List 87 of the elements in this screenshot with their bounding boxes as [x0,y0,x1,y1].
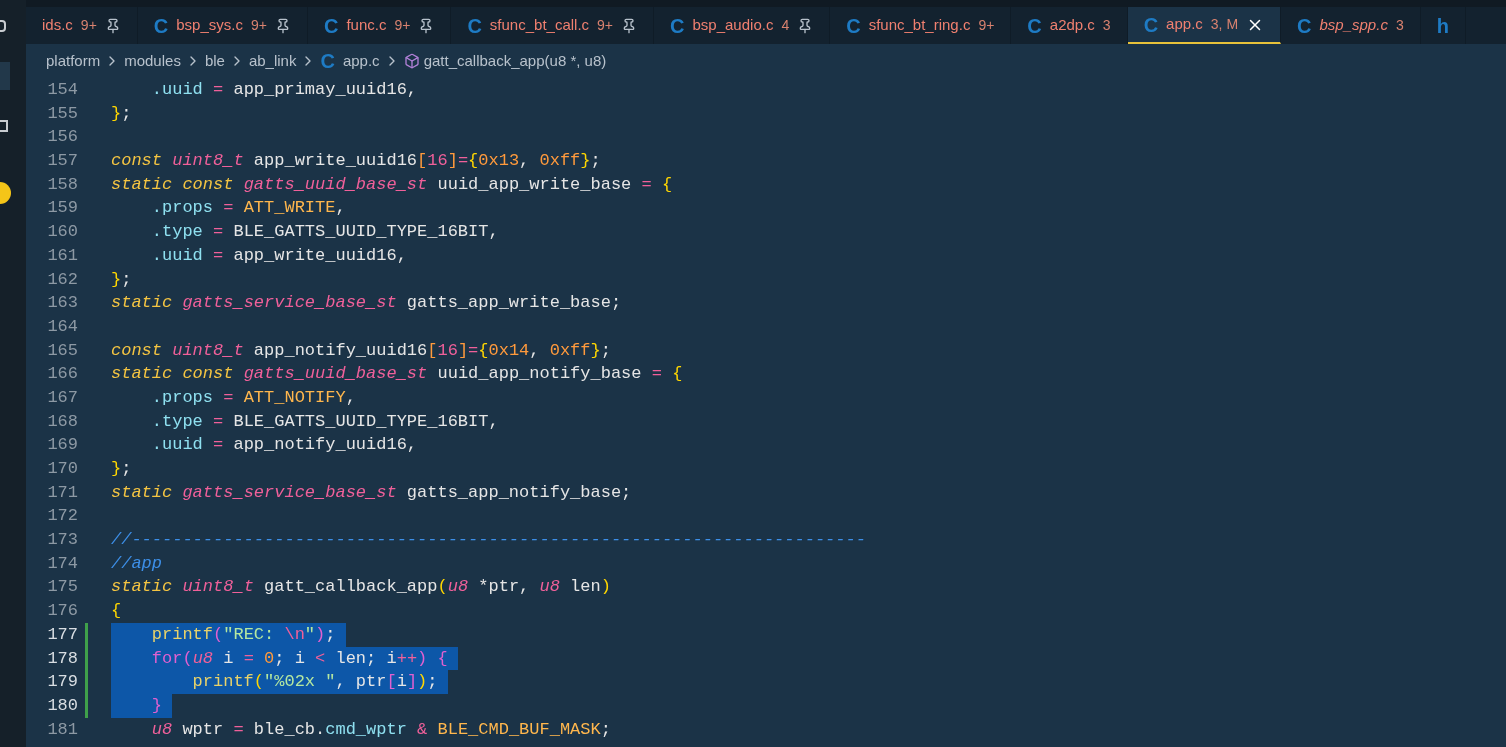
tab-label: func.c [346,15,387,36]
line-number: 161 [46,244,78,267]
c-file-icon: C [323,10,339,41]
editor-tab[interactable]: C app.c 3, M [1127,7,1282,44]
tab-label: app.c [1166,14,1203,35]
c-file-icon: C [467,10,482,41]
line-number: 164 [46,315,78,338]
code-line: //------------------------------------------------------------------------ [111,529,866,552]
line-number: 180 [46,694,78,717]
code-line: //app [111,552,162,575]
breadcrumb-item[interactable]: platform [46,49,101,73]
code-line: static gatts_service_base_st gatts_app_notify_base; [111,481,632,504]
line-number: 169 [46,434,78,457]
c-file-icon: C [1143,9,1159,40]
line-number: 170 [46,458,78,480]
line-number: 179 [46,671,78,694]
line-number: 173 [46,529,78,552]
problem-count: 9+ [978,16,995,35]
tab-label: a2dp.c [1049,15,1095,36]
line-number: 163 [46,292,78,315]
notification-badge-icon [0,182,11,204]
breadcrumb-item[interactable]: ab_link [248,49,297,73]
line-number: 174 [46,552,78,575]
tab-label: sfunc_bt_call.c [489,15,590,36]
line-number: 177 [46,623,78,646]
code-line: { [111,600,122,623]
code-line: .type = BLE_GATTS_UUID_TYPE_16BIT, [150,221,499,244]
code-line: .props = ATT_NOTIFY, [150,386,356,409]
line-number: 155 [46,102,78,125]
cube-icon [403,53,420,69]
line-number: 181 [46,718,78,741]
code-line: u8 wptr = ble_cb.cmd_wptr & BLE_CMD_BUF_MASK; [150,718,611,741]
tab-label: bsp_audio.c [692,15,774,36]
line-number: 176 [46,600,78,623]
problem-count: 9+ [394,16,411,35]
code-line: .type = BLE_GATTS_UUID_TYPE_16BIT, [150,410,499,433]
c-file-icon: C [1027,10,1042,41]
line-number: 160 [46,221,78,244]
problem-count: 9+ [597,16,614,35]
line-number: 165 [46,339,78,362]
code-line: static gatts_service_base_st gatts_app_write_base; [111,292,622,315]
line-number: 157 [46,150,78,173]
code-line: static const gatts_uuid_base_st uuid_app_notify_base = { [111,363,683,386]
line-number: 159 [46,197,78,220]
problem-count: 4 [781,16,790,35]
breadcrumb-item[interactable]: app.c [342,49,380,73]
problem-count: 9+ [80,16,97,35]
line-number: 178 [46,647,78,670]
c-file-icon: C [320,46,335,76]
tab-label: ids.c [42,15,73,36]
c-file-icon: C [846,10,861,41]
code-line: static uint8_t gatt_callback_app(u8 *ptr, u8 len) [111,576,611,599]
line-number: 172 [46,505,78,528]
c-file-icon: C [1297,10,1312,41]
line-number: 154 [46,79,78,101]
code-line: .uuid = app_primay_uuid16, [150,79,418,101]
line-number: 168 [46,410,78,433]
line-number: 162 [46,268,78,291]
line-number: 167 [46,386,78,409]
problem-count: 3 [1102,16,1111,35]
tab-label: bsp_sys.c [176,15,243,36]
code-line: }; [111,102,132,125]
code-line: .props = ATT_WRITE, [150,197,346,220]
c-file-icon: C [670,10,685,41]
problem-count: 9+ [250,16,267,35]
code-line: .uuid = app_write_uuid16, [150,244,407,267]
code-line: .uuid = app_notify_uuid16, [150,434,418,457]
tab-label: bsp_spp.c [1319,15,1388,36]
tab-label: sfunc_bt_ring.c [868,15,971,36]
c-file-icon: C [153,10,169,41]
c-file-icon: h [1436,10,1449,41]
code-line: const uint8_t app_write_uuid16[16]={0x13, 0xff}; [111,150,601,173]
problem-count: 3 [1395,16,1404,35]
breadcrumb-item[interactable]: ble [204,49,225,73]
code-line: }; [111,268,132,291]
line-number: 156 [46,126,78,149]
code-line: }; [111,458,132,480]
line-number: 158 [46,173,78,196]
line-number: 175 [46,576,78,599]
breadcrumb-item[interactable]: gatt_callback_app(u8 *, u8) [423,49,607,73]
code-line: const uint8_t app_notify_uuid16[16]={0x14, 0xff}; [111,339,611,362]
code-line: static const gatts_uuid_base_st uuid_app_write_base = { [111,173,673,196]
active-indicator [0,62,10,90]
breadcrumb-item[interactable]: modules [124,49,181,73]
line-number: 166 [46,363,78,386]
line-number: 171 [46,481,78,504]
problem-count: 3, M [1210,15,1239,34]
